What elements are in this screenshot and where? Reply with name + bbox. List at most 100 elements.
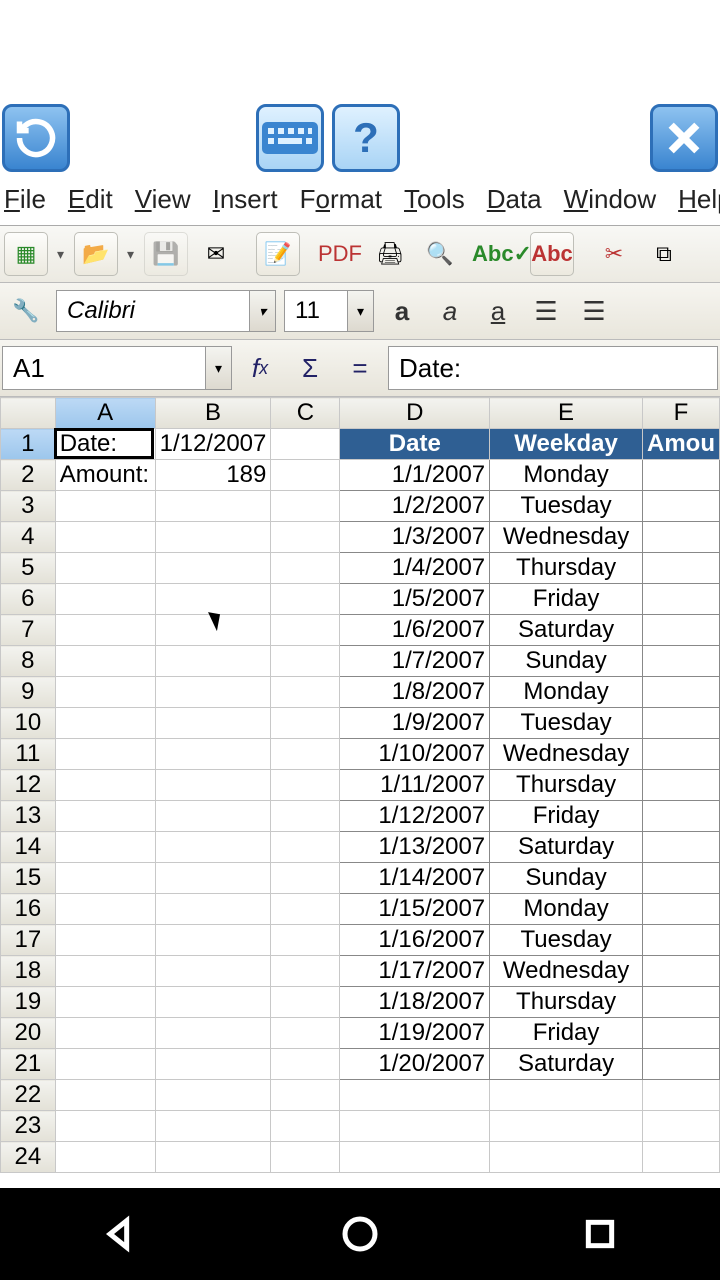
open-dropdown[interactable]: ▾ <box>124 246 138 263</box>
cell-D1[interactable]: Date <box>340 429 490 460</box>
sum-button[interactable]: Σ <box>288 346 332 390</box>
cell-C17[interactable] <box>271 925 340 956</box>
copy-button[interactable]: ⧉ <box>642 232 686 276</box>
nav-back-button[interactable] <box>97 1211 143 1257</box>
cell-A11[interactable] <box>55 739 155 770</box>
cell-B15[interactable] <box>155 863 271 894</box>
row-header-24[interactable]: 24 <box>1 1142 56 1173</box>
cell-E19[interactable]: Thursday <box>490 987 643 1018</box>
cell-F16[interactable] <box>642 894 719 925</box>
cell-D22[interactable] <box>340 1080 490 1111</box>
row-header-3[interactable]: 3 <box>1 491 56 522</box>
row-header-23[interactable]: 23 <box>1 1111 56 1142</box>
save-button[interactable]: 💾 <box>144 232 188 276</box>
new-doc-dropdown[interactable]: ▾ <box>54 246 68 263</box>
cell-E21[interactable]: Saturday <box>490 1049 643 1080</box>
cell-C5[interactable] <box>271 553 340 584</box>
cell-D11[interactable]: 1/10/2007 <box>340 739 490 770</box>
font-name-caret[interactable]: ▾ <box>249 291 275 331</box>
spreadsheet-grid[interactable]: A B C D E F 1Date:1/12/2007DateWeekdayAm… <box>0 397 720 1173</box>
row-header-12[interactable]: 12 <box>1 770 56 801</box>
cell-F1[interactable]: Amou <box>642 429 719 460</box>
function-wizard-button[interactable]: fx <box>238 346 282 390</box>
keyboard-button[interactable] <box>256 104 324 172</box>
cell-C13[interactable] <box>271 801 340 832</box>
cell-D18[interactable]: 1/17/2007 <box>340 956 490 987</box>
cell-A16[interactable] <box>55 894 155 925</box>
cell-A3[interactable] <box>55 491 155 522</box>
cell-E8[interactable]: Sunday <box>490 646 643 677</box>
cell-F20[interactable] <box>642 1018 719 1049</box>
font-name-select[interactable]: Calibri ▾ <box>56 290 276 332</box>
menu-window[interactable]: Window <box>564 184 656 215</box>
font-size-select[interactable]: 11 ▾ <box>284 290 374 332</box>
row-header-22[interactable]: 22 <box>1 1080 56 1111</box>
cell-E18[interactable]: Wednesday <box>490 956 643 987</box>
col-header-C[interactable]: C <box>271 398 340 429</box>
cell-C2[interactable] <box>271 460 340 491</box>
cell-D17[interactable]: 1/16/2007 <box>340 925 490 956</box>
cell-C24[interactable] <box>271 1142 340 1173</box>
col-header-B[interactable]: B <box>155 398 271 429</box>
cell-B12[interactable] <box>155 770 271 801</box>
row-header-10[interactable]: 10 <box>1 708 56 739</box>
cell-D14[interactable]: 1/13/2007 <box>340 832 490 863</box>
cell-reference-caret[interactable]: ▾ <box>205 347 231 389</box>
cell-reference-box[interactable]: A1 ▾ <box>2 346 232 390</box>
cell-C1[interactable] <box>271 429 340 460</box>
cell-B17[interactable] <box>155 925 271 956</box>
italic-button[interactable]: a <box>430 291 470 331</box>
cell-C12[interactable] <box>271 770 340 801</box>
cell-B2[interactable]: 189 <box>155 460 271 491</box>
cell-D23[interactable] <box>340 1111 490 1142</box>
cell-F12[interactable] <box>642 770 719 801</box>
cell-A14[interactable] <box>55 832 155 863</box>
cell-B19[interactable] <box>155 987 271 1018</box>
cell-C20[interactable] <box>271 1018 340 1049</box>
cell-A7[interactable] <box>55 615 155 646</box>
cell-F15[interactable] <box>642 863 719 894</box>
cell-D9[interactable]: 1/8/2007 <box>340 677 490 708</box>
row-header-5[interactable]: 5 <box>1 553 56 584</box>
cell-F10[interactable] <box>642 708 719 739</box>
cell-E14[interactable]: Saturday <box>490 832 643 863</box>
cell-E7[interactable]: Saturday <box>490 615 643 646</box>
cell-B18[interactable] <box>155 956 271 987</box>
cell-C4[interactable] <box>271 522 340 553</box>
cell-B4[interactable] <box>155 522 271 553</box>
cell-F18[interactable] <box>642 956 719 987</box>
col-header-A[interactable]: A <box>55 398 155 429</box>
cell-A13[interactable] <box>55 801 155 832</box>
cell-E17[interactable]: Tuesday <box>490 925 643 956</box>
cell-A6[interactable] <box>55 584 155 615</box>
cell-D19[interactable]: 1/18/2007 <box>340 987 490 1018</box>
cell-E12[interactable]: Thursday <box>490 770 643 801</box>
row-header-15[interactable]: 15 <box>1 863 56 894</box>
cell-E24[interactable] <box>490 1142 643 1173</box>
cell-D2[interactable]: 1/1/2007 <box>340 460 490 491</box>
cell-B22[interactable] <box>155 1080 271 1111</box>
cell-E2[interactable]: Monday <box>490 460 643 491</box>
cell-D20[interactable]: 1/19/2007 <box>340 1018 490 1049</box>
cell-E16[interactable]: Monday <box>490 894 643 925</box>
cell-C8[interactable] <box>271 646 340 677</box>
cell-E5[interactable]: Thursday <box>490 553 643 584</box>
menu-edit[interactable]: Edit <box>68 184 113 215</box>
cell-C3[interactable] <box>271 491 340 522</box>
cell-B7[interactable] <box>155 615 271 646</box>
row-header-21[interactable]: 21 <box>1 1049 56 1080</box>
row-header-20[interactable]: 20 <box>1 1018 56 1049</box>
cell-B5[interactable] <box>155 553 271 584</box>
cell-E9[interactable]: Monday <box>490 677 643 708</box>
autospell-button[interactable]: Abc <box>530 232 574 276</box>
cell-B8[interactable] <box>155 646 271 677</box>
align-left-button[interactable]: ☰ <box>526 291 566 331</box>
cell-A5[interactable] <box>55 553 155 584</box>
cell-E23[interactable] <box>490 1111 643 1142</box>
cell-A20[interactable] <box>55 1018 155 1049</box>
open-button[interactable]: 📂 <box>74 232 118 276</box>
cell-F5[interactable] <box>642 553 719 584</box>
cell-A18[interactable] <box>55 956 155 987</box>
cell-B21[interactable] <box>155 1049 271 1080</box>
row-header-7[interactable]: 7 <box>1 615 56 646</box>
